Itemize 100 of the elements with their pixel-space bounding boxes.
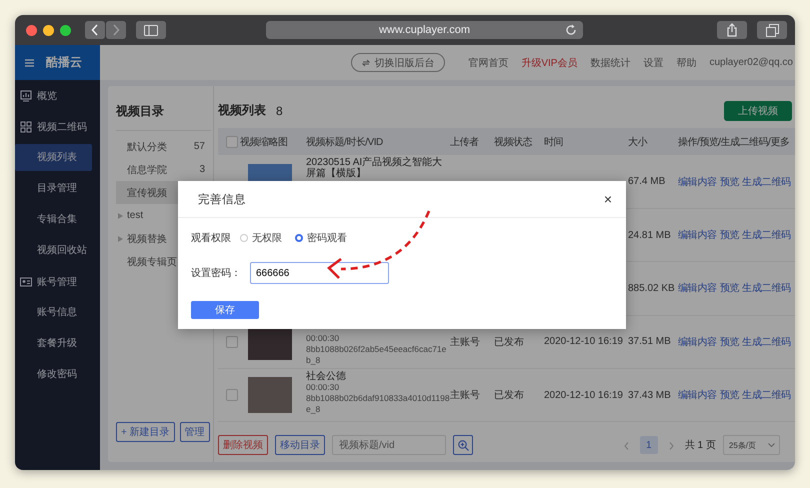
- column-header: 上传者: [450, 136, 480, 150]
- column-header: 时间: [544, 136, 564, 150]
- checkbox[interactable]: [226, 389, 238, 402]
- directory-item[interactable]: test: [116, 204, 211, 227]
- action-link[interactable]: 生成二维码: [742, 174, 791, 189]
- zoom-in-icon: [458, 440, 468, 451]
- page-total: 共 1 页: [684, 438, 716, 452]
- video-id: 8bb1088b026f2ab5e45eeacf6cac71eb_8: [306, 344, 448, 366]
- action-link[interactable]: 生成二维码: [742, 281, 791, 296]
- caret-down-icon: [768, 443, 775, 448]
- table-cell-text: 已发布: [494, 389, 525, 402]
- close-window-button[interactable]: [26, 24, 37, 36]
- reload-icon: [565, 24, 577, 36]
- action-link[interactable]: 生成二维码: [742, 228, 791, 242]
- column-header: 操作/预览/生成二维码/更多: [678, 136, 790, 150]
- nav-link[interactable]: 帮助: [676, 56, 696, 70]
- directory-button[interactable]: 管理: [180, 422, 210, 442]
- table-cell-text: 2020-12-10 16:19: [544, 390, 624, 401]
- nav-link[interactable]: 升级VIP会员: [521, 56, 578, 70]
- sidebar-item[interactable]: 视频二维码: [15, 111, 100, 142]
- photo-placeholder: [248, 377, 292, 414]
- action-link[interactable]: 预览: [720, 281, 740, 296]
- action-link[interactable]: 预览: [720, 228, 740, 242]
- page-size-select[interactable]: 25条/页: [722, 435, 780, 456]
- sidebar-item[interactable]: 概览: [15, 80, 100, 111]
- sidebar-item[interactable]: 账号管理: [15, 266, 100, 297]
- action-link[interactable]: 编辑内容: [678, 388, 717, 402]
- chevron-left-icon: [624, 442, 629, 450]
- video-title: 20230515 AI产品视频之智能大屏篇【横版】: [306, 157, 444, 180]
- delete-button[interactable]: 删除视频: [218, 435, 268, 456]
- table-cell-text: 主账号: [450, 388, 481, 402]
- action-link[interactable]: 编辑内容: [678, 281, 717, 296]
- minimize-window-button[interactable]: [43, 24, 54, 36]
- monitor-icon: [20, 90, 32, 102]
- table-cell-text: 885.02 KB: [628, 282, 676, 294]
- action-link[interactable]: 生成二维码: [742, 388, 791, 402]
- table-cell-text: 37.43 MB: [628, 390, 672, 401]
- column-header: 视频缩略图: [240, 136, 288, 150]
- address-bar[interactable]: www.cuplayer.com: [266, 21, 583, 39]
- nav-link[interactable]: 数据统计: [590, 56, 630, 70]
- column-header: 视频状态: [494, 136, 534, 150]
- table-cell-text: 24.81 MB: [628, 230, 672, 240]
- grid-icon: [20, 120, 32, 132]
- video-count: 8: [276, 104, 283, 118]
- sidebar-item[interactable]: 目录管理: [15, 173, 92, 204]
- forward-button[interactable]: [106, 21, 126, 39]
- video-duration: 00:00:30: [306, 332, 340, 344]
- sidebar-item[interactable]: 视频回收站: [15, 235, 92, 266]
- tabs-button[interactable]: [757, 21, 787, 39]
- save-button[interactable]: 保存: [191, 301, 259, 319]
- swap-icon: [362, 58, 370, 66]
- back-button[interactable]: [85, 21, 105, 39]
- table-cell-text: 67.4 MB: [628, 176, 666, 188]
- directory-button[interactable]: + 新建目录: [116, 422, 175, 442]
- radio-option[interactable]: 无权限: [240, 231, 282, 245]
- action-link[interactable]: 预览: [720, 388, 740, 402]
- sidebar-item[interactable]: 视频列表: [15, 144, 92, 171]
- table-cell-text: 2020-12-10 16:19: [544, 336, 624, 348]
- action-link[interactable]: 编辑内容: [678, 174, 717, 189]
- chevron-left-icon: [91, 24, 99, 36]
- search-field[interactable]: 视频标题/vid: [332, 435, 446, 456]
- sidebar-item[interactable]: 专辑合集: [15, 204, 92, 235]
- switch-version-button[interactable]: 切换旧版后台: [351, 53, 446, 72]
- password-field[interactable]: 666666: [250, 262, 389, 284]
- directory-item[interactable]: 信息学院 3: [116, 158, 211, 181]
- sidebar-item[interactable]: 修改密码: [15, 359, 92, 390]
- logo-text: 酷播云: [46, 54, 82, 71]
- upload-button[interactable]: 上传视频: [724, 100, 792, 121]
- directory-item[interactable]: 默认分类 57: [116, 135, 211, 158]
- checkbox[interactable]: [226, 136, 238, 148]
- sidebar-item[interactable]: 账号信息: [15, 297, 92, 328]
- video-duration: 00:00:30: [306, 382, 340, 394]
- nav-link[interactable]: 设置: [643, 56, 664, 70]
- nav-link[interactable]: 官网首页: [468, 56, 508, 70]
- sidebar-icon: [144, 24, 158, 36]
- field-label: 观看权限: [191, 232, 231, 245]
- action-link[interactable]: 编辑内容: [678, 334, 717, 349]
- chevron-right-icon: [668, 442, 674, 450]
- video-id: 8bb1088b02b6daf910833a4010d1198e_8: [306, 393, 450, 416]
- share-button[interactable]: [717, 21, 747, 39]
- zoom-window-button[interactable]: [60, 24, 71, 36]
- close-button[interactable]: ×: [602, 191, 614, 207]
- sidebar-toggle-button[interactable]: [136, 21, 166, 39]
- action-link[interactable]: 预览: [720, 334, 740, 349]
- user-link[interactable]: cuplayer02@qq.co: [709, 57, 793, 68]
- table-cell-text: 主账号: [450, 336, 481, 349]
- checkbox[interactable]: [226, 336, 238, 348]
- share-icon: [726, 23, 738, 37]
- action-link[interactable]: 编辑内容: [678, 228, 717, 242]
- chevron-right-icon: [112, 24, 120, 36]
- menu-icon: [25, 58, 34, 66]
- table-cell-text: 已发布: [494, 336, 525, 349]
- action-link[interactable]: 生成二维码: [742, 334, 791, 349]
- page-button[interactable]: 1: [640, 436, 658, 454]
- move-button[interactable]: 移动目录: [275, 435, 325, 456]
- search-button[interactable]: [453, 435, 473, 456]
- sidebar-item[interactable]: 套餐升级: [15, 328, 92, 359]
- action-link[interactable]: 预览: [720, 174, 740, 189]
- radio-option[interactable]: 密码观看: [295, 231, 347, 245]
- column-header: 视频标题/时长/VID: [306, 136, 384, 150]
